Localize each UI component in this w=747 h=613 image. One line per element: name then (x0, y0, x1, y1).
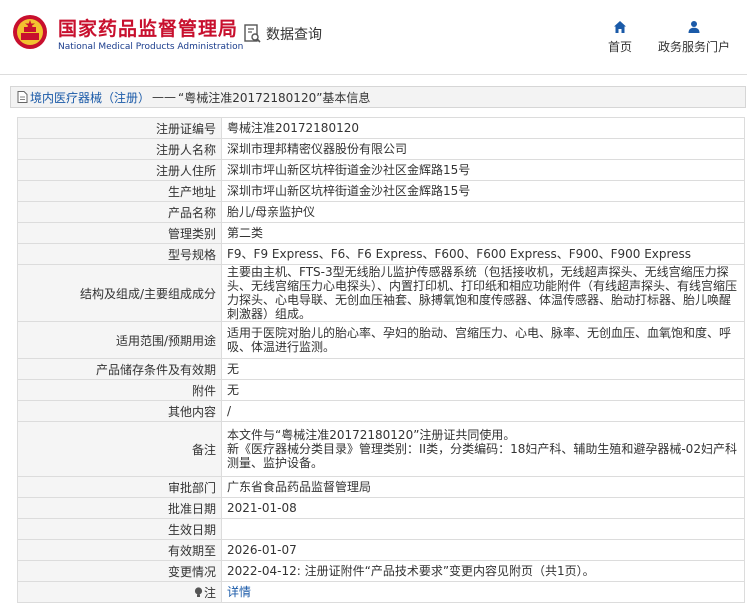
user-icon (688, 21, 700, 33)
table-row: 注册证编号 粤械注准20172180120 (17, 117, 745, 139)
row-value: 广东省食品药品监督管理局 (221, 476, 745, 498)
row-value: 详情 (221, 581, 745, 603)
row-value: 2026-01-07 (221, 539, 745, 561)
document-search-icon (244, 24, 261, 43)
table-row: 型号规格 F9、F9 Express、F6、F6 Express、F600、F6… (17, 243, 745, 265)
note-label-cell: 注 (17, 581, 222, 603)
row-label: 注册证编号 (17, 117, 222, 139)
table-row: 其他内容 / (17, 400, 745, 422)
row-value: 深圳市坪山新区坑梓街道金沙社区金辉路15号 (221, 180, 745, 202)
details-link[interactable]: 详情 (227, 585, 251, 599)
table-row: 审批部门 广东省食品药品监督管理局 (17, 476, 745, 498)
nav-home-label: 首页 (608, 40, 633, 54)
row-value: 深圳市理邦精密仪器股份有限公司 (221, 138, 745, 160)
row-label: 注 (203, 585, 216, 600)
row-label: 有效期至 (17, 539, 222, 561)
table-row: 产品储存条件及有效期 无 (17, 358, 745, 380)
row-label: 生效日期 (17, 518, 222, 540)
table-row: 附件 无 (17, 379, 745, 401)
row-value: 本文件与“粤械注准20172180120”注册证共同使用。 新《医疗器械分类目录… (221, 421, 745, 477)
row-label: 产品名称 (17, 201, 222, 223)
row-label: 适用范围/预期用途 (17, 321, 222, 359)
table-row: 批准日期 2021-01-08 (17, 497, 745, 519)
nav-home[interactable]: 首页 (608, 20, 632, 55)
row-value: / (221, 400, 745, 422)
nav-gov-portal[interactable]: 政务服务门户 (658, 20, 730, 55)
site-name-en: National Medical Products Administration (58, 42, 244, 52)
row-value: F9、F9 Express、F6、F6 Express、F600、F600 Ex… (221, 243, 745, 265)
row-value: 粤械注准20172180120 (221, 117, 745, 139)
row-value (221, 518, 745, 540)
lightbulb-icon (194, 586, 203, 597)
row-label: 批准日期 (17, 497, 222, 519)
row-value: 无 (221, 358, 745, 380)
nav-gov-label: 政务服务门户 (658, 40, 731, 54)
registration-info-table: 注册证编号 粤械注准20172180120 注册人名称 深圳市理邦精密仪器股份有… (17, 117, 745, 603)
breadcrumb-separator: —— (152, 90, 177, 104)
row-value: 无 (221, 379, 745, 401)
data-query-label: 数据查询 (266, 27, 322, 43)
row-value: 2022-04-12: 注册证附件“产品技术要求”变更内容见附页（共1页）。 (221, 560, 745, 582)
row-label: 产品储存条件及有效期 (17, 358, 222, 380)
table-row: 产品名称 胎儿/母亲监护仪 (17, 201, 745, 223)
table-row: 生产地址 深圳市坪山新区坑梓街道金沙社区金辉路15号 (17, 180, 745, 202)
row-label: 审批部门 (17, 476, 222, 498)
breadcrumb-category-link[interactable]: 境内医疗器械（注册） (30, 89, 150, 106)
table-row: 注册人住所 深圳市坪山新区坑梓街道金沙社区金辉路15号 (17, 159, 745, 181)
row-label: 其他内容 (17, 400, 222, 422)
table-row: 适用范围/预期用途 适用于医院对胎儿的胎心率、孕妇的胎动、宫缩压力、心电、脉率、… (17, 321, 745, 359)
table-row: 备注 本文件与“粤械注准20172180120”注册证共同使用。 新《医疗器械分… (17, 421, 745, 477)
remark-line-2: 新《医疗器械分类目录》管理类别：II类，分类编码：18妇产科、辅助生殖和避孕器械… (227, 442, 737, 470)
table-row: 注册人名称 深圳市理邦精密仪器股份有限公司 (17, 138, 745, 160)
row-value: 胎儿/母亲监护仪 (221, 201, 745, 223)
row-value: 适用于医院对胎儿的胎心率、孕妇的胎动、宫缩压力、心电、脉率、无创血压、血氧饱和度… (221, 321, 745, 359)
row-label: 管理类别 (17, 222, 222, 244)
remark-line-1: 本文件与“粤械注准20172180120”注册证共同使用。 (227, 428, 516, 442)
breadcrumb: 境内医疗器械（注册） —— “粤械注准20172180120”基本信息 (10, 86, 746, 108)
table-row: 管理类别 第二类 (17, 222, 745, 244)
row-label: 生产地址 (17, 180, 222, 202)
breadcrumb-title: “粤械注准20172180120”基本信息 (178, 90, 371, 105)
row-value: 第二类 (221, 222, 745, 244)
row-value: 主要由主机、FTS-3型无线胎儿监护传感器系统（包括接收机，无线超声探头、无线宫… (221, 264, 745, 322)
row-label: 结构及组成/主要组成成分 (17, 264, 222, 322)
row-value: 2021-01-08 (221, 497, 745, 519)
row-label: 注册人名称 (17, 138, 222, 160)
home-icon (614, 21, 626, 33)
table-row: 有效期至 2026-01-07 (17, 539, 745, 561)
header-divider (0, 74, 747, 75)
row-label: 注册人住所 (17, 159, 222, 181)
row-label: 附件 (17, 379, 222, 401)
data-query-link[interactable]: 数据查询 (244, 24, 322, 44)
site-header: 国家药品监督管理局 National Medical Products Admi… (0, 0, 747, 74)
table-row: 注 详情 (17, 581, 745, 603)
national-emblem-icon[interactable] (12, 14, 48, 50)
document-icon (17, 91, 28, 103)
row-label: 备注 (17, 421, 222, 477)
table-row: 结构及组成/主要组成成分 主要由主机、FTS-3型无线胎儿监护传感器系统（包括接… (17, 264, 745, 322)
row-label: 变更情况 (17, 560, 222, 582)
table-row: 变更情况 2022-04-12: 注册证附件“产品技术要求”变更内容见附页（共1… (17, 560, 745, 582)
row-label: 型号规格 (17, 243, 222, 265)
site-name-cn[interactable]: 国家药品监督管理局 (58, 14, 238, 41)
table-row: 生效日期 (17, 518, 745, 540)
row-value: 深圳市坪山新区坑梓街道金沙社区金辉路15号 (221, 159, 745, 181)
